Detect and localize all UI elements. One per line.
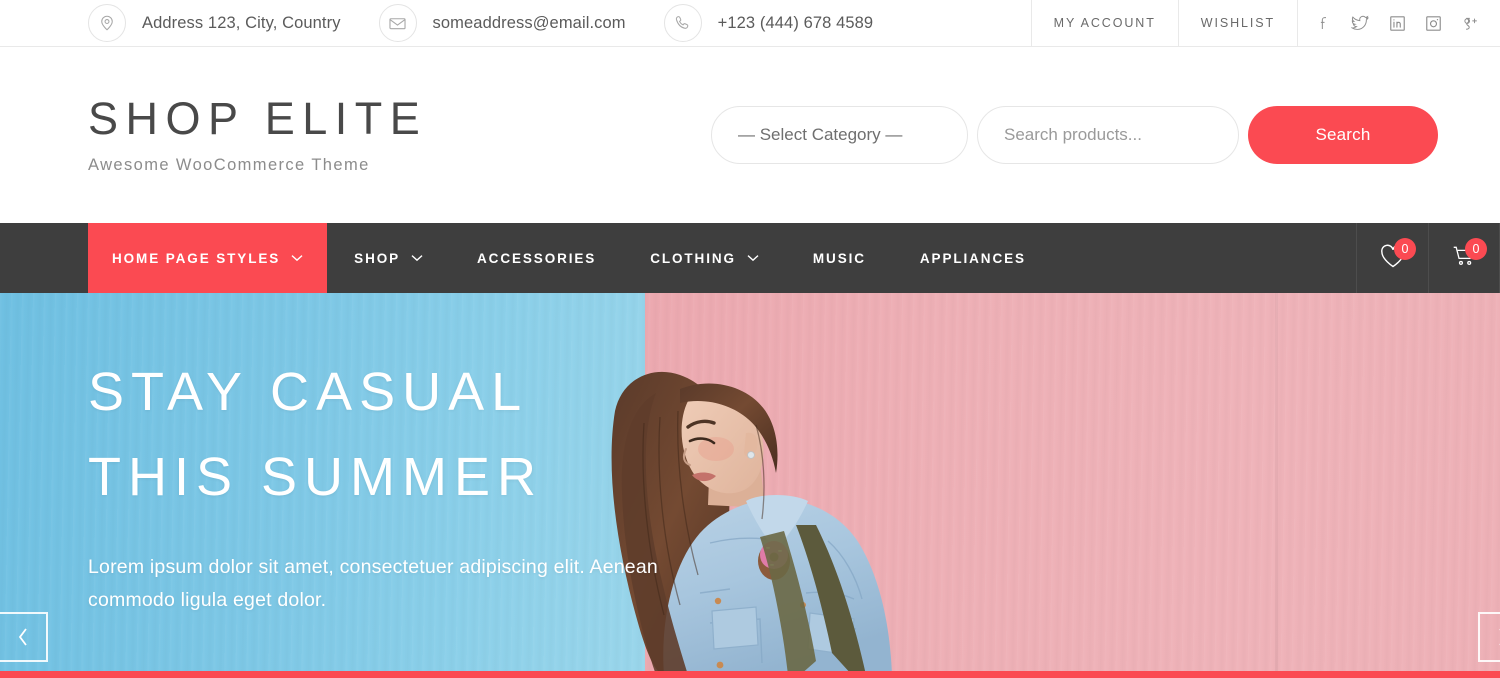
nav-label: HOME PAGE STYLES [112, 250, 281, 266]
chevron-down-icon [291, 254, 303, 262]
chevron-right-icon [1499, 629, 1500, 645]
location-pin-icon [88, 4, 126, 42]
phone-text: +123 (444) 678 4589 [717, 13, 874, 32]
nav-item-accessories[interactable]: ACCESSORIES [450, 223, 623, 293]
nav-label: ACCESSORIES [477, 250, 597, 266]
cart-button[interactable]: 0 [1428, 223, 1500, 293]
contact-info-group: Address 123, City, Country someaddress@e… [0, 0, 1031, 46]
model-photo [611, 371, 892, 675]
wishlist-button[interactable]: 0 [1356, 223, 1428, 293]
nav-label: APPLIANCES [919, 250, 1026, 266]
contact-phone: +123 (444) 678 4589 [663, 4, 874, 42]
product-search-form: — Select Category — Search [711, 106, 1438, 164]
nav-item-list: HOME PAGE STYLES SHOP ACCESSORIES CLOTHI… [88, 223, 1053, 293]
email-text: someaddress@email.com [432, 13, 626, 32]
slider-prev-button[interactable] [0, 612, 48, 662]
social-links [1297, 0, 1500, 46]
wishlist-link[interactable]: WISHLIST [1177, 0, 1297, 46]
chevron-down-icon [747, 254, 759, 262]
category-select-value: — Select Category — [738, 125, 903, 144]
facebook-icon[interactable] [1316, 14, 1332, 32]
search-input[interactable] [977, 106, 1239, 164]
wishlist-count-badge: 0 [1394, 238, 1416, 260]
nav-utility-icons: 0 0 [1356, 223, 1500, 293]
nav-item-shop[interactable]: SHOP [327, 223, 450, 293]
chevron-down-icon [411, 254, 423, 262]
search-button[interactable]: Search [1248, 106, 1438, 164]
phone-icon [663, 4, 702, 42]
site-header: SHOP ELITE Awesome WooCommerce Theme — S… [0, 47, 1500, 223]
nav-item-appliances[interactable]: APPLIANCES [893, 223, 1053, 293]
bottom-accent-bar [0, 671, 1500, 678]
page-root: Address 123, City, Country someaddress@e… [0, 0, 1500, 678]
nav-left-spacer [0, 223, 88, 293]
nav-label: MUSIC [812, 250, 866, 266]
nav-item-music[interactable]: MUSIC [786, 223, 893, 293]
googleplus-icon[interactable] [1461, 14, 1480, 32]
brand-title: SHOP ELITE [88, 93, 428, 145]
chevron-left-icon [18, 628, 27, 646]
contact-email: someaddress@email.com [378, 4, 626, 42]
category-select[interactable]: — Select Category — [711, 106, 968, 164]
nav-item-clothing[interactable]: CLOTHING [623, 223, 786, 293]
hero-slider: STAY CASUAL THIS SUMMER Lorem ipsum dolo… [0, 293, 1500, 675]
top-bar: Address 123, City, Country someaddress@e… [0, 0, 1500, 47]
top-bar-links: MY ACCOUNT WISHLIST [1030, 0, 1500, 46]
slider-next-button[interactable] [1478, 612, 1500, 662]
instagram-icon[interactable] [1425, 15, 1442, 32]
cart-count-badge: 0 [1465, 238, 1487, 260]
contact-address: Address 123, City, Country [88, 4, 341, 42]
envelope-icon [378, 4, 417, 42]
my-account-link[interactable]: MY ACCOUNT [1030, 0, 1178, 46]
nav-label: SHOP [354, 250, 401, 266]
twitter-icon[interactable] [1351, 14, 1370, 32]
nav-label: CLOTHING [650, 250, 736, 266]
brand-logo[interactable]: SHOP ELITE Awesome WooCommerce Theme [88, 95, 427, 174]
address-text: Address 123, City, Country [142, 13, 341, 32]
main-navigation: HOME PAGE STYLES SHOP ACCESSORIES CLOTHI… [0, 223, 1500, 293]
linkedin-icon[interactable] [1389, 15, 1406, 32]
brand-tagline: Awesome WooCommerce Theme [88, 155, 370, 174]
nav-item-home-page-styles[interactable]: HOME PAGE STYLES [88, 223, 328, 293]
